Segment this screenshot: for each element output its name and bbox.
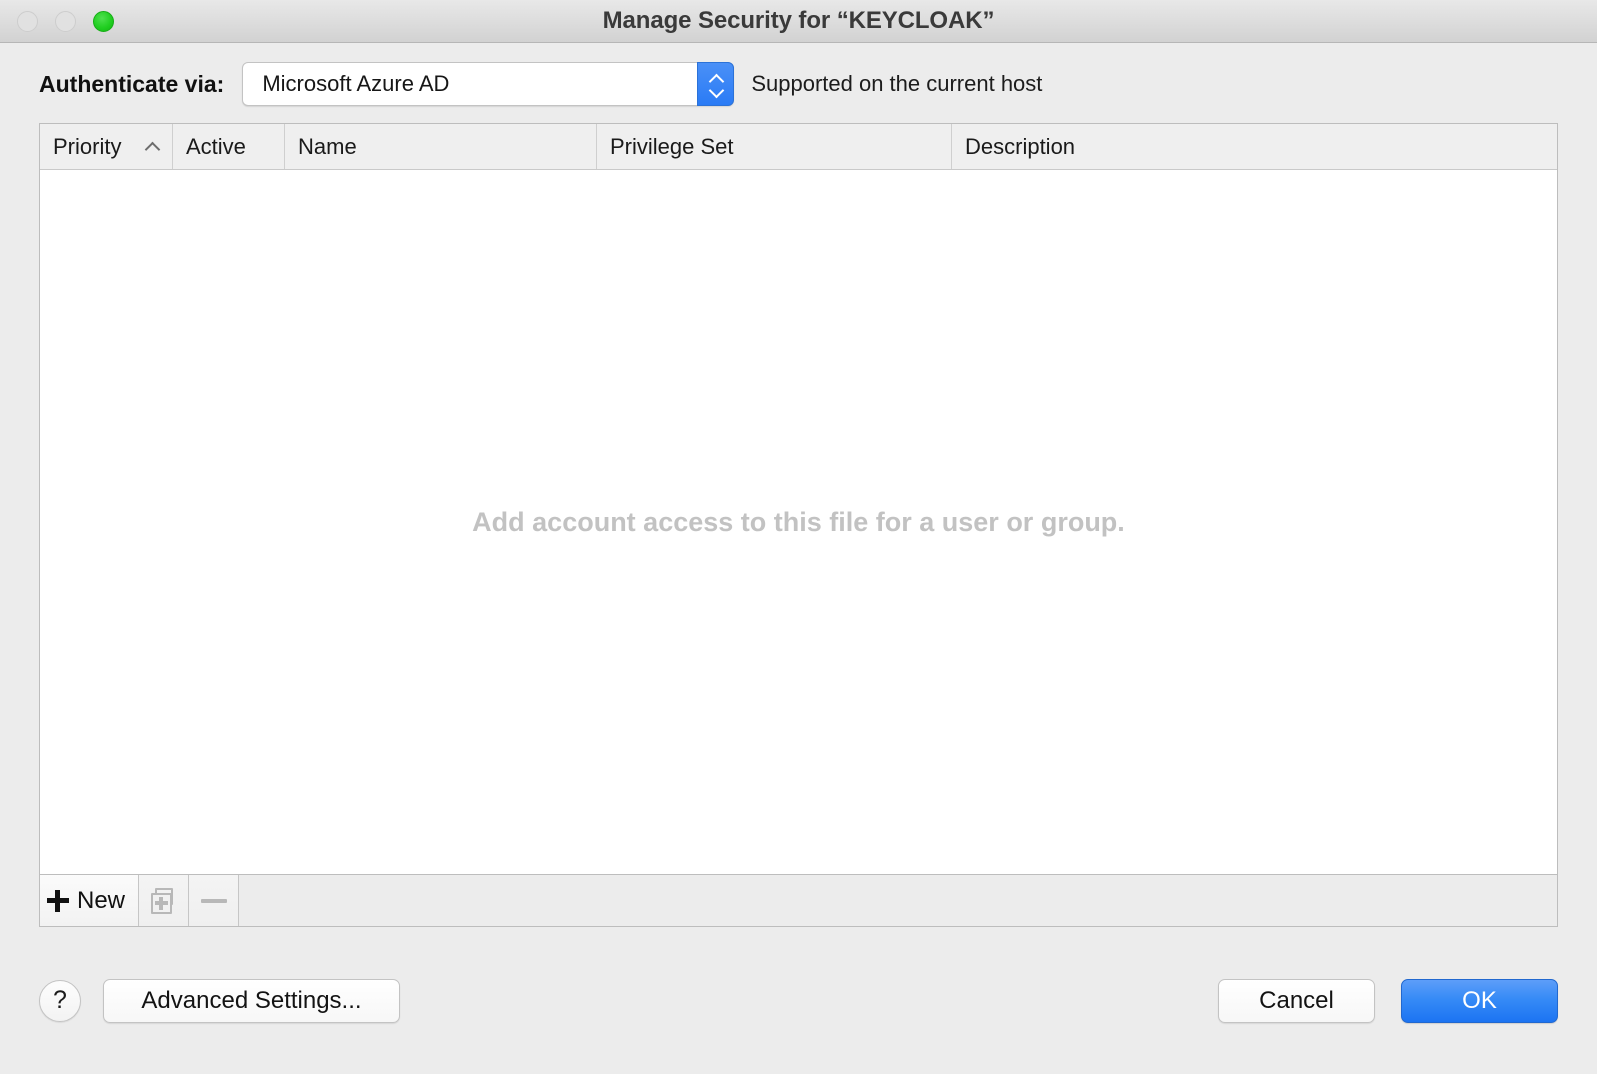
table-header-row: Priority Active Name Privilege Set Descr… <box>40 124 1557 170</box>
ok-button[interactable]: OK <box>1401 978 1558 1023</box>
new-button[interactable]: New <box>40 875 139 926</box>
table-body[interactable]: Add account access to this file for a us… <box>40 170 1557 874</box>
duplicate-button <box>139 875 189 926</box>
empty-state-message: Add account access to this file for a us… <box>472 506 1125 537</box>
window-titlebar: Manage Security for “KEYCLOAK” <box>0 0 1597 43</box>
new-button-label: New <box>76 886 125 914</box>
traffic-light-group <box>17 0 114 43</box>
cancel-button-label: Cancel <box>1259 986 1334 1014</box>
host-support-status: Supported on the current host <box>751 71 1043 96</box>
duplicate-icon-front <box>150 892 172 914</box>
column-header-name[interactable]: Name <box>285 124 597 169</box>
toolbar-filler <box>239 875 1557 926</box>
remove-button <box>189 875 239 926</box>
authenticate-via-row: Authenticate via: Microsoft Azure AD Sup… <box>0 43 1597 123</box>
duplicate-icon <box>150 887 177 914</box>
table-toolbar: New <box>39 875 1558 927</box>
help-button[interactable]: ? <box>39 979 81 1022</box>
authenticate-via-popup[interactable]: Microsoft Azure AD <box>242 62 735 106</box>
column-header-description-label: Description <box>965 133 1076 159</box>
column-header-active-label: Active <box>186 133 246 159</box>
authenticate-via-value: Microsoft Azure AD <box>262 71 450 96</box>
minus-icon <box>200 898 227 903</box>
accounts-table: Priority Active Name Privilege Set Descr… <box>39 123 1558 875</box>
column-header-description[interactable]: Description <box>952 124 1557 169</box>
column-header-active[interactable]: Active <box>173 124 285 169</box>
footer-right-group: Cancel OK <box>1218 978 1558 1023</box>
plus-icon <box>46 889 69 912</box>
window-title: Manage Security for “KEYCLOAK” <box>602 7 995 34</box>
chevron-up-down-icon[interactable] <box>697 62 735 106</box>
column-header-priority[interactable]: Priority <box>40 124 173 169</box>
column-header-priority-label: Priority <box>53 133 122 159</box>
cancel-button[interactable]: Cancel <box>1218 978 1375 1023</box>
column-header-privilege-set[interactable]: Privilege Set <box>597 124 952 169</box>
zoom-button[interactable] <box>93 11 114 32</box>
question-mark-icon: ? <box>53 986 67 1014</box>
chevron-up-icon <box>709 75 723 83</box>
close-button <box>17 11 38 32</box>
authenticate-via-label: Authenticate via: <box>39 70 225 97</box>
advanced-settings-label: Advanced Settings... <box>141 986 362 1014</box>
chevron-down-icon <box>709 86 723 94</box>
ok-button-label: OK <box>1462 986 1497 1014</box>
column-header-privilege-set-label: Privilege Set <box>610 133 734 159</box>
dialog-footer: ? Advanced Settings... Cancel OK <box>0 927 1597 1074</box>
sort-ascending-icon <box>145 142 159 151</box>
footer-left-group: ? Advanced Settings... <box>39 978 400 1023</box>
manage-security-dialog: Manage Security for “KEYCLOAK” Authentic… <box>0 0 1597 1074</box>
minimize-button <box>55 11 76 32</box>
advanced-settings-button[interactable]: Advanced Settings... <box>103 978 400 1023</box>
column-header-name-label: Name <box>298 133 357 159</box>
